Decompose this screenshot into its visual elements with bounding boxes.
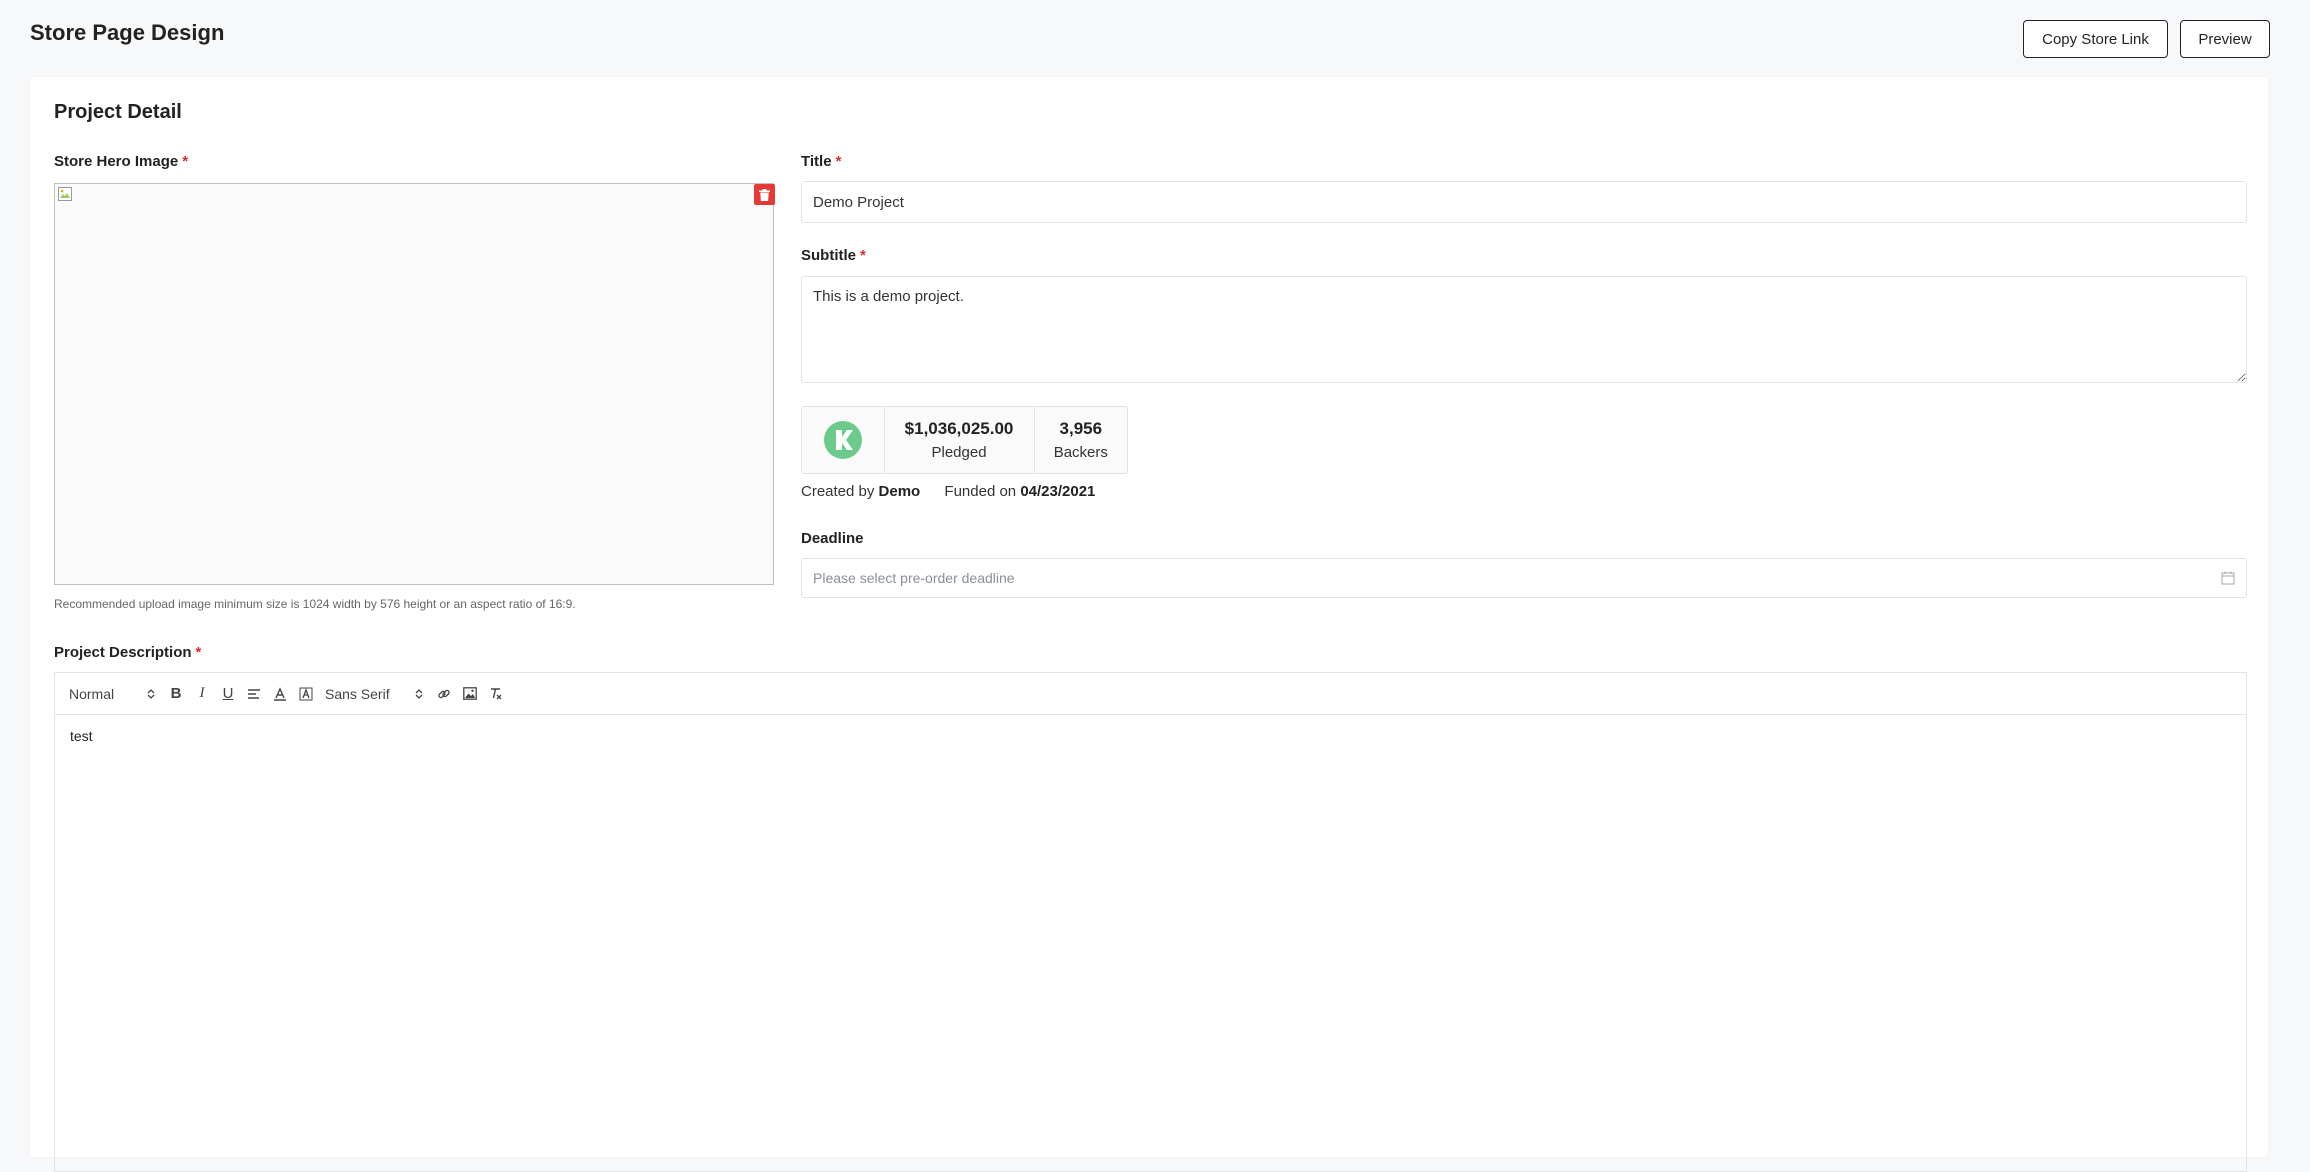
bold-icon: B (170, 685, 182, 702)
subtitle-textarea[interactable]: This is a demo project. (801, 276, 2247, 383)
editor-content[interactable]: test (55, 715, 2246, 757)
format-select-value: Normal (69, 685, 115, 702)
campaign-meta: Created by Demo Funded on 04/23/2021 (801, 483, 1095, 500)
image-button[interactable] (457, 681, 483, 707)
text-color-icon (274, 686, 286, 701)
trash-icon (759, 188, 770, 201)
description-label-text: Project Description (54, 644, 192, 661)
link-icon (438, 689, 450, 698)
align-left-icon (248, 688, 260, 699)
select-arrows-icon (415, 688, 423, 699)
kickstarter-logo-icon (823, 421, 862, 459)
funded-date: 04/23/2021 (1020, 483, 1096, 500)
image-icon (463, 687, 477, 700)
align-button[interactable] (241, 681, 267, 707)
italic-button[interactable]: I (189, 681, 215, 707)
bold-button[interactable]: B (163, 681, 189, 707)
description-label: Project Description * (54, 644, 201, 661)
deadline-picker[interactable]: Please select pre-order deadline (801, 558, 2247, 598)
editor-toolbar: Normal B I U Sans Serif (55, 673, 2246, 715)
backers-value: 3,956 (1059, 419, 1103, 438)
underline-icon: U (222, 685, 234, 702)
deadline-placeholder: Please select pre-order deadline (813, 570, 1015, 586)
broken-image-icon (58, 187, 72, 201)
clear-format-button[interactable] (483, 681, 509, 707)
hero-image-dropzone[interactable] (54, 183, 774, 585)
font-select[interactable]: Sans Serif (325, 686, 423, 702)
title-label: Title * (801, 153, 841, 170)
pledged-stat: $1,036,025.00 Pledged (885, 407, 1035, 473)
copy-store-link-button[interactable]: Copy Store Link (2023, 20, 2168, 58)
hero-image-label-text: Store Hero Image (54, 153, 179, 170)
required-mark: * (835, 153, 842, 170)
format-select[interactable]: Normal (69, 686, 155, 702)
preview-button[interactable]: Preview (2180, 20, 2270, 58)
text-color-button[interactable] (267, 681, 293, 707)
required-mark: * (182, 153, 189, 170)
background-color-button[interactable] (293, 681, 319, 707)
clear-format-icon (491, 687, 502, 699)
link-button[interactable] (431, 681, 457, 707)
page-title: Store Page Design (30, 20, 225, 45)
funded-on-prefix: Funded on (944, 483, 1017, 500)
delete-image-button[interactable] (754, 184, 775, 205)
campaign-logo (802, 407, 885, 473)
creator-name: Demo (878, 483, 921, 500)
title-input[interactable] (801, 181, 2247, 223)
section-title: Project Detail (54, 101, 182, 123)
deadline-label: Deadline (801, 530, 864, 547)
subtitle-label-text: Subtitle (801, 247, 856, 264)
project-detail-card: Project Detail Store Hero Image * Recomme… (30, 77, 2268, 1172)
backers-label: Backers (1053, 444, 1108, 461)
required-mark: * (195, 644, 202, 661)
pledged-label: Pledged (931, 444, 987, 461)
backers-stat: 3,956 Backers (1035, 407, 1127, 473)
required-mark: * (860, 247, 866, 264)
description-editor: Normal B I U Sans Serif test (54, 672, 2247, 1172)
underline-button[interactable]: U (215, 681, 241, 707)
hero-image-label: Store Hero Image * (54, 153, 188, 170)
select-arrows-icon (147, 688, 155, 699)
upload-hint: Recommended upload image minimum size is… (54, 597, 576, 611)
background-color-icon (299, 687, 313, 700)
subtitle-label: Subtitle * (801, 247, 866, 264)
pledged-value: $1,036,025.00 (904, 419, 1014, 438)
created-by-prefix: Created by (801, 483, 875, 500)
italic-icon: I (199, 685, 205, 701)
font-select-value: Sans Serif (325, 685, 390, 702)
title-label-text: Title (801, 153, 832, 170)
calendar-icon (2221, 571, 2235, 585)
campaign-stats: $1,036,025.00 Pledged 3,956 Backers (801, 406, 1128, 474)
